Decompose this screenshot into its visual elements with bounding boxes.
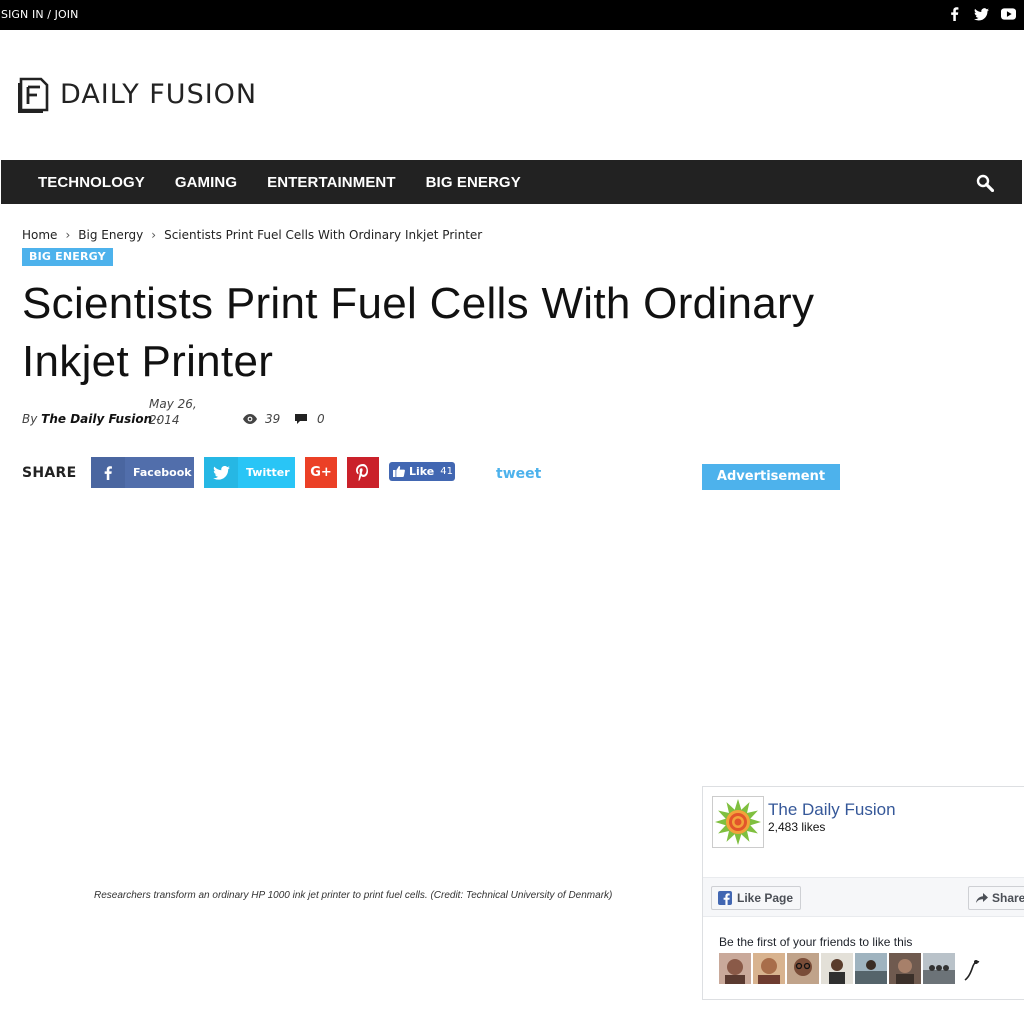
sign-in-join-link[interactable]: SIGN IN / JOIN bbox=[1, 8, 78, 21]
googleplus-share-button[interactable]: G+ bbox=[305, 457, 337, 488]
logo-text: DAILY FUSION bbox=[60, 79, 258, 110]
image-caption: Researchers transform an ordinary HP 100… bbox=[94, 890, 613, 901]
by-label: By bbox=[22, 412, 38, 426]
fb-friends-text: Be the first of your friends to like thi… bbox=[719, 935, 913, 949]
pinterest-share-button[interactable] bbox=[347, 457, 379, 488]
top-social-links bbox=[946, 6, 1016, 22]
friend-avatar[interactable] bbox=[889, 953, 921, 984]
twitter-icon[interactable] bbox=[973, 6, 989, 22]
youtube-icon[interactable] bbox=[1000, 6, 1016, 22]
breadcrumb-separator: › bbox=[151, 228, 157, 242]
facebook-icon bbox=[718, 891, 732, 905]
nav-item-big-energy[interactable]: BIG ENERGY bbox=[411, 174, 536, 191]
friend-avatar[interactable] bbox=[855, 953, 887, 984]
twitter-share-button[interactable]: Twitter bbox=[204, 457, 295, 488]
fb-share-button[interactable]: Share bbox=[968, 886, 1024, 910]
thumbs-up-icon bbox=[393, 466, 405, 477]
pinterest-icon bbox=[356, 464, 368, 481]
share-arrow-icon bbox=[976, 893, 988, 903]
friend-avatar[interactable] bbox=[957, 953, 989, 984]
twitter-share-label: Twitter bbox=[246, 466, 290, 479]
article-title: Scientists Print Fuel Cells With Ordinar… bbox=[22, 279, 815, 386]
view-count-value: 39 bbox=[265, 412, 281, 426]
comment-icon bbox=[295, 414, 307, 424]
facebook-icon[interactable] bbox=[946, 6, 962, 22]
fb-page-header: The Daily Fusion 2,483 likes bbox=[703, 787, 1024, 877]
breadcrumb: Home › Big Energy › Scientists Print Fue… bbox=[22, 228, 482, 242]
facebook-like-button[interactable]: Like 41 bbox=[389, 462, 455, 481]
facebook-share-label: Facebook bbox=[133, 466, 192, 479]
tweet-link[interactable]: tweet bbox=[496, 466, 541, 482]
fb-like-page-label: Like Page bbox=[737, 891, 794, 905]
article-date: May 26, 2014 bbox=[149, 397, 197, 427]
friend-avatar[interactable] bbox=[923, 953, 955, 984]
fb-action-bar: Like Page Share bbox=[703, 877, 1024, 917]
breadcrumb-category[interactable]: Big Energy bbox=[78, 228, 143, 242]
friend-avatar[interactable] bbox=[821, 953, 853, 984]
logo-icon bbox=[18, 77, 49, 113]
main-nav: TECHNOLOGY GAMING ENTERTAINMENT BIG ENER… bbox=[1, 160, 1022, 204]
like-label: Like bbox=[409, 465, 435, 478]
eye-icon bbox=[243, 414, 257, 424]
nav-item-gaming[interactable]: GAMING bbox=[160, 174, 252, 191]
search-icon[interactable] bbox=[976, 174, 995, 193]
category-badge[interactable]: BIG ENERGY bbox=[22, 248, 113, 266]
like-count: 41 bbox=[440, 466, 453, 477]
facebook-page-widget: The Daily Fusion 2,483 likes Like Page S… bbox=[702, 786, 1024, 1000]
advertisement-label: Advertisement bbox=[702, 464, 840, 490]
top-bar: SIGN IN / JOIN bbox=[0, 0, 1024, 30]
twitter-icon bbox=[204, 457, 238, 488]
nav-item-technology[interactable]: TECHNOLOGY bbox=[23, 174, 160, 191]
sunburst-logo-icon bbox=[715, 799, 761, 845]
comment-count-value: 0 bbox=[317, 412, 325, 426]
article-byline: By The Daily Fusion - bbox=[22, 412, 160, 426]
fb-like-page-button[interactable]: Like Page bbox=[711, 886, 801, 910]
nav-item-entertainment[interactable]: ENTERTAINMENT bbox=[252, 174, 411, 191]
fb-friend-faces bbox=[719, 953, 989, 984]
view-count: 39 bbox=[243, 412, 280, 426]
googleplus-icon: G+ bbox=[310, 465, 332, 480]
site-logo[interactable]: DAILY FUSION bbox=[18, 76, 257, 113]
facebook-share-button[interactable]: Facebook bbox=[91, 457, 194, 488]
breadcrumb-home[interactable]: Home bbox=[22, 228, 57, 242]
fb-page-likes: 2,483 likes bbox=[768, 820, 826, 834]
facebook-icon bbox=[91, 457, 125, 488]
comment-count[interactable]: 0 bbox=[295, 412, 325, 426]
friend-avatar[interactable] bbox=[719, 953, 751, 984]
fb-page-name[interactable]: The Daily Fusion bbox=[768, 800, 896, 820]
breadcrumb-current[interactable]: Scientists Print Fuel Cells With Ordinar… bbox=[164, 228, 482, 242]
friend-avatar[interactable] bbox=[787, 953, 819, 984]
friend-avatar[interactable] bbox=[753, 953, 785, 984]
fb-share-label: Share bbox=[992, 891, 1024, 905]
fb-page-avatar[interactable] bbox=[712, 796, 764, 848]
breadcrumb-separator: › bbox=[65, 228, 71, 242]
share-label: SHARE bbox=[22, 465, 77, 481]
author-link[interactable]: The Daily Fusion bbox=[41, 412, 152, 426]
